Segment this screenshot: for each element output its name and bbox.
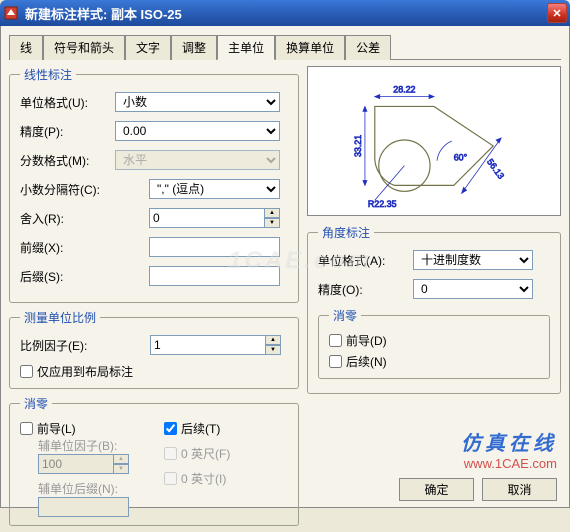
scale-group: 测量单位比例 比例因子(E): ▲▼ 仅应用到布局标注 <box>9 309 299 389</box>
tab-tolerances[interactable]: 公差 <box>345 35 391 60</box>
scale-legend: 测量单位比例 <box>20 309 100 326</box>
layout-only-checkbox[interactable]: 仅应用到布局标注 <box>20 363 288 380</box>
unit-format-select[interactable]: 小数 <box>115 92 280 112</box>
ang-trailing-input[interactable] <box>329 355 342 368</box>
sub-suffix-label: 辅单位后缀(N): <box>38 480 144 497</box>
inches-input <box>164 472 177 485</box>
cancel-button[interactable]: 取消 <box>482 478 557 501</box>
precision-label: 精度(P): <box>20 123 115 140</box>
close-button[interactable]: ✕ <box>547 3 567 23</box>
sub-up: ▲ <box>113 454 129 464</box>
window-title: 新建标注样式: 副本 ISO-25 <box>25 4 547 23</box>
fraction-format-label: 分数格式(M): <box>20 152 115 169</box>
scale-up[interactable]: ▲ <box>265 335 281 345</box>
ang-zero-group: 消零 前导(D) 后续(N) <box>318 307 550 379</box>
button-row: 确定 取消 <box>399 478 557 501</box>
dialog-body: 线 符号和箭头 文字 调整 主单位 换算单位 公差 线性标注 单位格式(U): … <box>0 26 570 508</box>
feet-input <box>164 447 177 460</box>
trailing-input[interactable] <box>164 422 177 435</box>
svg-text:28.22: 28.22 <box>393 85 415 95</box>
trailing-checkbox[interactable]: 后续(T) <box>164 420 288 437</box>
corner-watermark: 仿真在线 www.1CAE.com <box>461 427 557 471</box>
tab-bar: 线 符号和箭头 文字 调整 主单位 换算单位 公差 <box>9 34 561 60</box>
svg-text:33.21: 33.21 <box>353 135 363 157</box>
fraction-format-select: 水平 <box>115 150 280 170</box>
zero-legend: 消零 <box>20 395 52 412</box>
tab-primary-units[interactable]: 主单位 <box>217 35 275 60</box>
roundoff-down[interactable]: ▼ <box>264 218 280 228</box>
feet-checkbox: 0 英尺(F) <box>164 445 288 462</box>
linear-legend: 线性标注 <box>20 66 76 83</box>
ang-precision-label: 精度(O): <box>318 281 413 298</box>
layout-only-input[interactable] <box>20 365 33 378</box>
titlebar: 新建标注样式: 副本 ISO-25 ✕ <box>0 0 570 26</box>
ang-trailing-checkbox[interactable]: 后续(N) <box>329 353 539 370</box>
prefix-input[interactable] <box>149 237 280 257</box>
app-icon <box>3 5 19 21</box>
tab-lines[interactable]: 线 <box>9 35 43 60</box>
ok-button[interactable]: 确定 <box>399 478 474 501</box>
scale-factor-label: 比例因子(E): <box>20 337 150 354</box>
ang-zero-legend: 消零 <box>329 307 361 324</box>
tab-symbols[interactable]: 符号和箭头 <box>43 35 125 60</box>
suffix-input[interactable] <box>149 266 280 286</box>
sub-factor-label: 辅单位因子(B): <box>38 437 144 454</box>
tab-text[interactable]: 文字 <box>125 35 171 60</box>
ang-unit-label: 单位格式(A): <box>318 252 413 269</box>
ang-precision-select[interactable]: 0 <box>413 279 533 299</box>
roundoff-up[interactable]: ▲ <box>264 208 280 218</box>
leading-checkbox[interactable]: 前导(L) <box>20 420 144 437</box>
unit-format-label: 单位格式(U): <box>20 94 115 111</box>
angular-legend: 角度标注 <box>318 224 374 241</box>
tab-alt-units[interactable]: 换算单位 <box>275 35 345 60</box>
scale-down[interactable]: ▼ <box>265 345 281 355</box>
precision-select[interactable]: 0.00 <box>115 121 280 141</box>
sub-suffix-input <box>38 497 129 517</box>
scale-factor-spinner[interactable]: ▲▼ <box>150 335 281 355</box>
zero-group: 消零 前导(L) 辅单位因子(B): ▲▼ <box>9 395 299 526</box>
prefix-label: 前缀(X): <box>20 239 115 256</box>
sub-down: ▼ <box>113 464 129 474</box>
decimal-sep-select[interactable]: "," (逗点) <box>149 179 280 199</box>
svg-text:R22.35: R22.35 <box>368 199 397 209</box>
ang-leading-checkbox[interactable]: 前导(D) <box>329 332 539 349</box>
scale-factor-input[interactable] <box>150 335 265 355</box>
svg-text:56.13: 56.13 <box>485 157 506 181</box>
sub-factor-input <box>38 454 113 474</box>
linear-group: 线性标注 单位格式(U): 小数 精度(P): 0.00 分数格式(M): 水平… <box>9 66 299 303</box>
decimal-sep-label: 小数分隔符(C): <box>20 181 115 198</box>
svg-text:60°: 60° <box>454 153 468 163</box>
sub-factor-spinner: ▲▼ <box>38 454 144 474</box>
inches-checkbox: 0 英寸(I) <box>164 470 288 487</box>
roundoff-input[interactable] <box>149 208 264 228</box>
roundoff-label: 舍入(R): <box>20 210 115 227</box>
angular-group: 角度标注 单位格式(A): 十进制度数 精度(O): 0 消零 前导(D) <box>307 224 561 394</box>
suffix-label: 后缀(S): <box>20 268 115 285</box>
dimension-preview: 28.22 33.21 56.13 R22.35 60° <box>307 66 561 216</box>
ang-leading-input[interactable] <box>329 334 342 347</box>
leading-input[interactable] <box>20 422 33 435</box>
roundoff-spinner[interactable]: ▲▼ <box>149 208 280 228</box>
tab-fit[interactable]: 调整 <box>171 35 217 60</box>
ang-unit-select[interactable]: 十进制度数 <box>413 250 533 270</box>
